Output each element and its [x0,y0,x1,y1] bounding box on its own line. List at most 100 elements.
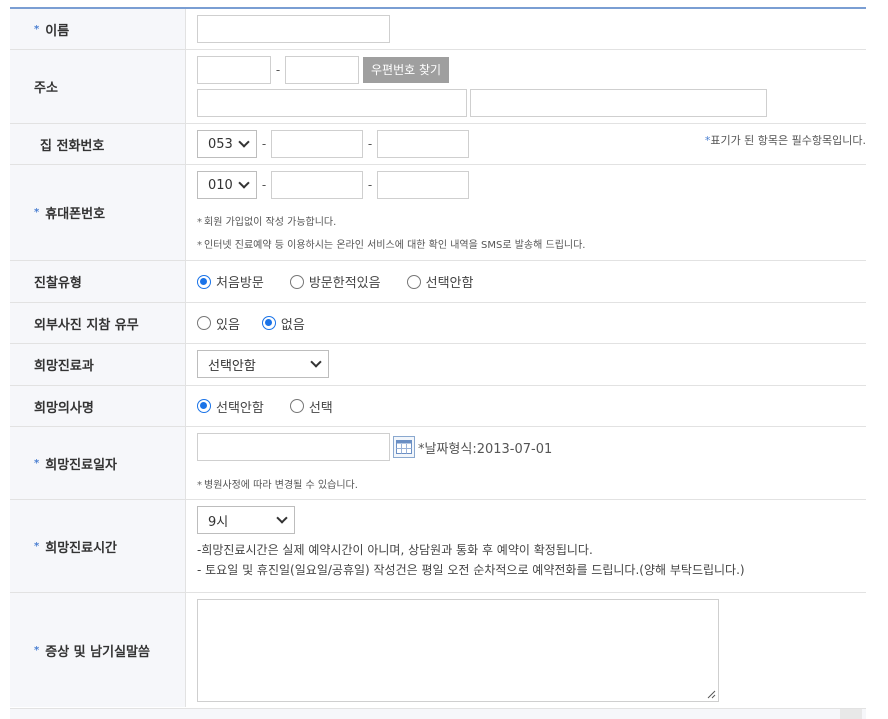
radio-label: 선택 [308,400,333,416]
date-input[interactable] [197,433,390,461]
label-cell-mobile: * 휴대폰번호 [10,165,186,260]
row-visit-type: 진찰유형 처음방문 방문한적있음 선택안함 [10,261,866,303]
label-cell-date: * 희망진료일자 [10,427,186,499]
address-input-2[interactable] [470,89,767,117]
required-star: * [34,457,40,469]
value-cell-time: 9시 -희망진료시간은 실제 예약시간이 아니며, 상담원과 통화 후 예약이 … [186,500,866,592]
visit-type-radio-group: 처음방문 방문한적있음 선택안함 [197,261,866,302]
department-select[interactable]: 선택안함 [197,350,329,378]
row-address: 주소 - 우편번호 찾기 [10,50,866,124]
note-star: * [197,217,202,228]
row-name: * 이름 [10,9,866,50]
home-area-code-value: 053 [208,136,233,152]
radio-label: 선택안함 [425,276,474,291]
radio-label: 있음 [216,317,240,333]
value-cell-doctor: 선택안함 선택 [186,386,866,426]
radio-no-selection[interactable]: 선택안함 [406,272,474,291]
time-note-1: -희망진료시간은 실제 예약시간이 아니며, 상담원과 통화 후 예약이 확정됩… [197,543,593,557]
chevron-down-icon [310,356,322,368]
required-star: * [34,540,40,552]
note-star: * [197,480,202,491]
mobile-middle-input[interactable] [271,171,363,199]
label-doctor: 희망의사명 [34,400,94,416]
row-symptoms: * 증상 및 남기실말씀 [10,593,866,707]
chevron-down-icon [238,177,250,189]
label-cell-address: 주소 [10,50,186,123]
note-star: * [197,240,202,251]
phone-dash: - [367,178,373,192]
value-cell-external-photo: 있음 없음 [186,303,866,343]
radio-dot [197,316,211,330]
value-cell-name [186,9,866,49]
radio-photo-no[interactable]: 없음 [261,314,305,333]
mobile-last-input[interactable] [377,171,469,199]
label-external-photo: 외부사진 지참 유무 [34,317,139,333]
radio-dot [289,274,304,289]
radio-visited-before[interactable]: 방문한적있음 [289,272,381,291]
value-cell-home-phone: 053 - - *표기가 된 항목은 필수항목입니다. [186,124,866,164]
label-cell-home-phone: 집 전화번호 [10,124,186,164]
value-cell-mobile: 010 - - * 회원 가입없이 작성 가능합니다. * 인터넷 진료예약 등 이… [186,165,866,260]
label-cell-department: 희망진료과 [10,344,186,385]
label-cell-name: * 이름 [10,9,186,49]
label-cell-visit-type: 진찰유형 [10,261,186,302]
required-note-text: 표기가 된 항목은 필수항목입니다. [710,134,866,147]
label-cell-doctor: 희망의사명 [10,386,186,426]
label-visit-type: 진찰유형 [34,276,82,291]
phone-dash: - [261,137,267,151]
reservation-form: * 이름 주소 - 우편번호 찾기 집 전화번호 053 - - *표기가 된 … [10,7,866,707]
radio-label: 처음방문 [216,276,264,291]
required-fields-note: *표기가 된 항목은 필수항목입니다. [705,132,866,148]
value-cell-visit-type: 처음방문 방문한적있음 선택안함 [186,261,866,302]
department-value: 선택안함 [208,358,256,374]
radio-label: 방문한적있음 [308,276,381,291]
zip-input-2[interactable] [285,56,359,84]
radio-dot [406,274,421,289]
calendar-icon[interactable] [393,436,415,458]
mobile-prefix-select[interactable]: 010 [197,171,257,199]
time-note-2: - 토요일 및 휴진일(일요일/공휴일) 작성건은 평일 오전 순차적으로 예약… [197,563,745,577]
home-phone-last-input[interactable] [377,130,469,158]
name-input[interactable] [197,15,390,43]
required-star: * [34,23,40,35]
radio-photo-yes[interactable]: 있음 [197,314,240,333]
row-external-photo: 외부사진 지참 유무 있음 없음 [10,303,866,344]
time-select[interactable]: 9시 [197,506,295,534]
mobile-note-1-text: 회원 가입없이 작성 가능합니다. [204,217,337,228]
row-time: * 희망진료시간 9시 -희망진료시간은 실제 예약시간이 아니며, 상담원과 … [10,500,866,593]
zip-input-1[interactable] [197,56,271,84]
row-date: * 희망진료일자 *날짜형식:2013-07-01 * 병원사정에 따라 변경될… [10,427,866,500]
resize-grip-icon[interactable] [706,689,716,699]
label-time: 희망진료시간 [45,540,117,556]
external-photo-radio-group: 있음 없음 [197,303,866,343]
required-star: * [34,207,40,218]
scrollbar-corner [840,709,862,719]
address-input-1[interactable] [197,89,467,117]
date-format-text: 날짜형식:2013-07-01 [424,441,553,457]
radio-dot [289,399,304,413]
label-symptoms: 증상 및 남기실말씀 [45,644,150,660]
radio-doctor-none[interactable]: 선택안함 [197,397,264,416]
label-date: 희망진료일자 [45,457,117,473]
row-department: 희망진료과 선택안함 [10,344,866,386]
radio-first-visit[interactable]: 처음방문 [197,272,264,291]
zip-dash: - [275,63,281,77]
home-phone-middle-input[interactable] [271,130,363,158]
symptoms-textarea[interactable] [197,599,719,702]
home-area-code-select[interactable]: 053 [197,130,257,158]
required-star: * [34,644,40,656]
bottom-scroll-strip [10,708,866,719]
value-cell-address: - 우편번호 찾기 [186,50,866,123]
value-cell-symptoms [186,593,866,707]
phone-dash: - [261,178,267,192]
chevron-down-icon [238,136,250,148]
phone-dash: - [367,137,373,151]
radio-label: 없음 [280,317,305,333]
radio-dot-checked [197,274,211,289]
zip-search-button[interactable]: 우편번호 찾기 [363,57,450,83]
radio-doctor-select[interactable]: 선택 [289,397,333,416]
doctor-radio-group: 선택안함 선택 [197,386,866,426]
radio-dot-checked [261,316,276,330]
value-cell-department: 선택안함 [186,344,866,385]
chevron-down-icon [276,512,288,524]
